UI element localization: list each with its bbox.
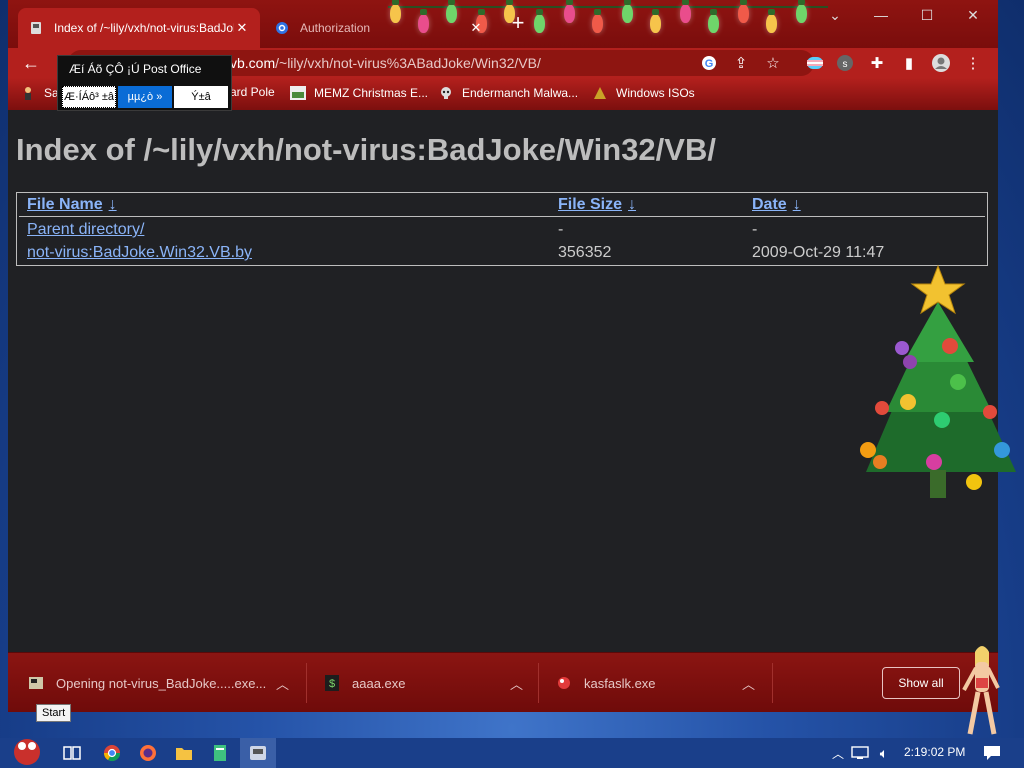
download-item[interactable]: $ aaaa.exe — [324, 653, 406, 712]
flag-extension-icon[interactable] — [804, 52, 826, 74]
bookmark-item[interactable]: Endermanch Malwa... — [438, 85, 578, 101]
skull-icon — [438, 85, 454, 101]
active-app-icon[interactable] — [240, 738, 276, 768]
download-item[interactable]: kasfaslk.exe — [556, 653, 656, 712]
svg-text:s: s — [843, 59, 848, 70]
page-title: Index of /~lily/vxh/not-virus:BadJoke/Wi… — [16, 132, 716, 167]
money-icon: $ — [324, 675, 340, 691]
sort-arrow-icon: ↓ — [792, 196, 801, 213]
svg-text:$: $ — [329, 678, 335, 690]
tab-authorization[interactable]: Authorization ✕ — [264, 8, 494, 48]
back-arrow-icon[interactable]: ← — [20, 52, 42, 74]
minimize-icon[interactable]: — — [858, 0, 904, 30]
dancing-figure-image — [958, 644, 1004, 740]
file-icon — [28, 675, 44, 691]
post-office-popup: Æí Áõ ÇÔ ¡Ú Post Office Æ·ÍÁô³ ±â µµ¿ò »… — [57, 55, 232, 111]
new-tab-button[interactable]: + — [506, 12, 530, 36]
side-panel-icon[interactable]: ▮ — [898, 52, 920, 74]
column-header-file-size[interactable]: File Size ↓ — [558, 196, 636, 214]
popup-button-3[interactable]: Ý±â — [174, 86, 228, 108]
maximize-icon[interactable]: ☐ — [904, 0, 950, 30]
tab-index-of[interactable]: Index of /~lily/vxh/not-virus:BadJoke/Wi… — [18, 8, 260, 48]
network-icon[interactable] — [848, 742, 872, 764]
parent-directory-link[interactable]: Parent directory/ — [27, 221, 144, 239]
tab-strip: Index of /~lily/vxh/not-virus:BadJoke/Wi… — [8, 0, 998, 48]
menu-kebab-icon[interactable]: ⋮ — [962, 52, 984, 74]
bookmark-item[interactable]: Windows ISOs — [592, 85, 695, 101]
memz-icon — [290, 85, 306, 101]
firefox-icon[interactable] — [136, 742, 160, 764]
start-button-icon[interactable] — [10, 734, 44, 768]
file-size-cell: 356352 — [558, 244, 612, 261]
column-header-date[interactable]: Date ↓ — [752, 196, 801, 214]
start-tooltip: Start — [36, 704, 72, 722]
close-tab-icon[interactable]: ✕ — [468, 20, 484, 36]
chrome-icon[interactable] — [100, 742, 124, 764]
volume-icon[interactable]: 🔈︎ — [872, 742, 896, 764]
chevron-up-icon[interactable]: ︿ — [742, 653, 755, 712]
chevron-up-icon[interactable]: ︿ — [826, 742, 850, 764]
close-window-icon[interactable]: ✕ — [950, 0, 996, 30]
chevron-up-icon[interactable]: ︿ — [276, 653, 289, 712]
bookmark-item[interactable]: Sa — [20, 85, 59, 101]
close-tab-icon[interactable]: ✕ — [234, 20, 250, 36]
notification-icon[interactable] — [980, 742, 1004, 764]
date-cell: 2009-Oct-29 11:47 — [752, 244, 885, 261]
favicon-icon — [28, 20, 44, 36]
bookmark-item[interactable]: MEMZ Christmas E... — [290, 85, 428, 101]
red-blob-icon — [556, 675, 572, 691]
taskbar-clock[interactable]: 2:19:02 PM — [904, 745, 965, 759]
christmas-tree-image — [846, 262, 1024, 518]
download-shelf: Opening not-virus_BadJoke.....exe... ︿ $… — [8, 652, 998, 712]
sort-arrow-icon: ↓ — [628, 196, 637, 213]
google-icon[interactable]: G — [698, 52, 720, 74]
s-extension-icon[interactable]: s — [834, 52, 856, 74]
file-size-cell: - — [558, 221, 564, 238]
task-view-icon[interactable] — [60, 742, 84, 764]
bookmark-star-icon[interactable]: ☆ — [762, 52, 784, 74]
popup-title: Æí Áõ ÇÔ ¡Ú Post Office — [69, 62, 202, 76]
file-explorer-icon[interactable] — [172, 742, 196, 764]
svg-text:G: G — [705, 58, 714, 70]
file-listing-table: File Name ↓ File Size ↓ Date ↓ Parent direc… — [16, 192, 988, 266]
bookmark-person-icon — [20, 85, 36, 101]
at-sign-icon — [274, 20, 290, 36]
taskbar: ︿ 🔈︎ 2:19:02 PM — [0, 738, 1024, 768]
show-all-button[interactable]: Show all — [882, 667, 960, 699]
header-divider — [19, 216, 985, 217]
bookmark-item[interactable]: ard Pole — [230, 85, 275, 99]
folder-icon — [592, 85, 608, 101]
date-cell: - — [752, 221, 758, 238]
tab-title: Index of /~lily/vxh/not-virus:BadJoke/Wi… — [54, 21, 234, 35]
chevron-up-icon[interactable]: ︿ — [510, 653, 523, 712]
profile-avatar-icon[interactable] — [930, 52, 952, 74]
share-icon[interactable]: ⇪ — [730, 52, 752, 74]
sort-arrow-icon: ↓ — [108, 196, 117, 213]
file-link[interactable]: not-virus:BadJoke.Win32.VB.by — [27, 244, 252, 262]
notepad-icon[interactable] — [208, 742, 232, 764]
popup-button-1[interactable]: Æ·ÍÁô³ ±â — [62, 86, 116, 108]
tab-search-icon[interactable]: ⌄ — [812, 0, 858, 30]
tab-title: Authorization — [300, 21, 371, 35]
puzzle-extensions-icon[interactable]: ✚ — [866, 52, 888, 74]
url-text: vb.com/~lily/vxh/not-virus%3ABadJoke/Win… — [230, 55, 541, 71]
column-header-file-name[interactable]: File Name ↓ — [27, 196, 117, 214]
popup-button-2[interactable]: µµ¿ò » — [118, 86, 172, 108]
